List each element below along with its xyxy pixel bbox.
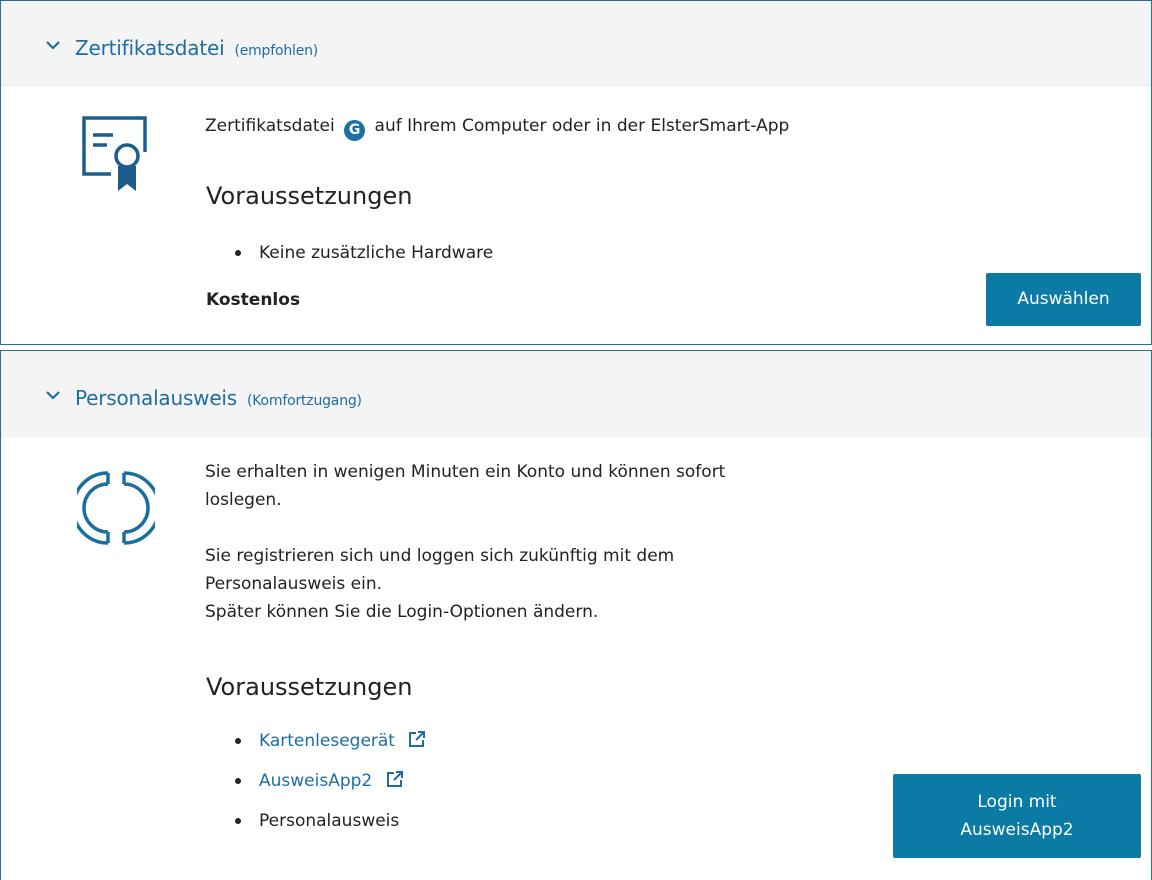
g-badge-icon[interactable]: G [344,120,366,141]
ausweis-paragraph-2: Sie registrieren sich und loggen sich zu… [205,542,674,626]
login-button-label: Login mit AusweisApp2 [960,788,1073,844]
external-link-icon[interactable] [408,730,426,748]
requirement-text: Keine zusätzliche Hardware [259,243,494,263]
login-button-line: Login mit [977,792,1057,812]
chevron-down-icon [46,391,60,400]
text-line: Sie erhalten in wenigen Minuten ein Kont… [205,462,726,482]
text-line: Personalausweis ein. [205,574,383,594]
panel-zertifikatsdatei: Zertifikatsdatei (empfohlen) Zertifikatsd… [0,0,1152,345]
panel-header-personalausweis[interactable]: Personalausweis (Komfortzugang) [1,351,1151,437]
eid-logo-icon [77,471,155,545]
panel-subtitle: (Komfortzugang) [247,393,362,409]
requirements-heading: Voraussetzungen [206,673,413,701]
list-item: Keine zusätzliche Hardware [229,233,493,273]
requirements-heading: Voraussetzungen [206,182,413,210]
requirements-list: Keine zusätzliche Hardware [229,233,493,273]
bullet [235,250,241,256]
certificate-icon [82,116,147,191]
panel-title: Zertifikatsdatei (empfohlen) [75,36,318,60]
chevron-down-icon [46,41,60,50]
requirements-list: Kartenlesegerät AusweisApp2 Personalausw… [229,721,426,841]
bullet [235,778,241,784]
select-button[interactable]: Auswählen [986,273,1141,326]
text-line: loslegen. [205,490,282,510]
ausweisapp2-link[interactable]: AusweisApp2 [259,771,372,791]
text-line: Sie registrieren sich und loggen sich zu… [205,546,675,566]
panel-title: Personalausweis (Komfortzugang) [75,386,362,410]
panel-title-text: Personalausweis [75,386,238,410]
panel-title-text: Zertifikatsdatei [75,36,225,60]
bullet [235,818,241,824]
panel-subtitle: (empfohlen) [234,43,319,59]
bullet [235,738,241,744]
login-ausweisapp2-button[interactable]: Login mit AusweisApp2 [893,774,1141,858]
price-label: Kostenlos [206,290,301,310]
panel-header-zertifikatsdatei[interactable]: Zertifikatsdatei (empfohlen) [1,1,1151,87]
text-line: Später können Sie die Login-Optionen änd… [205,602,599,622]
requirement-text: Personalausweis [259,811,400,831]
external-link-icon[interactable] [386,770,404,788]
cert-description: Zertifikatsdatei G auf Ihrem Computer od… [205,112,789,141]
list-item: AusweisApp2 [229,761,426,801]
panel-personalausweis: Personalausweis (Komfortzugang) Sie erhal… [0,350,1152,880]
list-item: Personalausweis [229,801,426,841]
cert-description-start: Zertifikatsdatei [205,116,335,136]
ausweis-paragraph-1: Sie erhalten in wenigen Minuten ein Kont… [205,458,725,514]
login-button-line: AusweisApp2 [960,820,1074,840]
list-item: Kartenlesegerät [229,721,426,761]
cert-description-end: auf Ihrem Computer oder in der ElsterSma… [374,116,790,136]
kartenlesegeraet-link[interactable]: Kartenlesegerät [259,731,395,751]
